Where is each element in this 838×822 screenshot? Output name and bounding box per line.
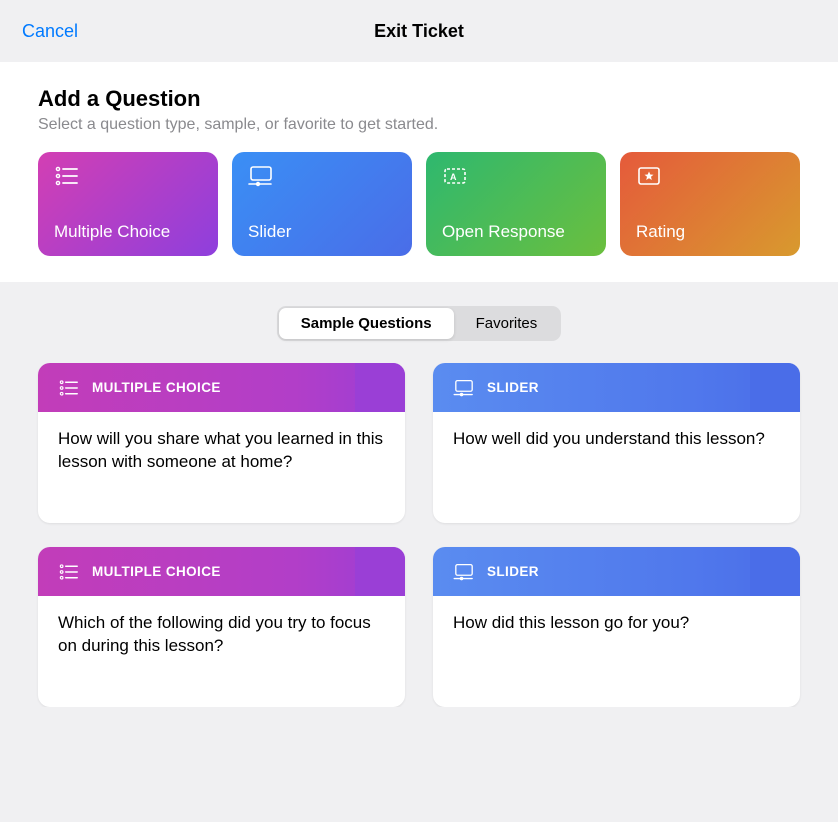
- sample-question-text: Which of the following did you try to fo…: [58, 612, 385, 658]
- type-card-multiple-choice[interactable]: Multiple Choice: [38, 152, 218, 256]
- sample-card[interactable]: MULTIPLE CHOICE Which of the following d…: [38, 547, 405, 707]
- slider-icon: [453, 379, 475, 397]
- sample-card-header: MULTIPLE CHOICE: [38, 363, 405, 412]
- segment-sample-questions[interactable]: Sample Questions: [279, 308, 454, 339]
- list-icon: [58, 563, 80, 581]
- question-type-row: Multiple Choice Slider Open Response Rat…: [38, 152, 800, 256]
- sample-question-text: How will you share what you learned in t…: [58, 428, 385, 474]
- sample-type-label: MULTIPLE CHOICE: [92, 380, 221, 395]
- sample-type-label: SLIDER: [487, 564, 539, 579]
- list-icon: [58, 379, 80, 397]
- slider-icon: [453, 563, 475, 581]
- list-icon: [54, 165, 80, 187]
- sample-card-body: How well did you understand this lesson?: [433, 412, 800, 523]
- segmented-control-wrap: Sample Questions Favorites: [0, 306, 838, 341]
- sample-type-label: SLIDER: [487, 380, 539, 395]
- type-label-multiple-choice: Multiple Choice: [54, 222, 202, 242]
- star-icon: [636, 165, 662, 187]
- sample-type-label: MULTIPLE CHOICE: [92, 564, 221, 579]
- segmented-control: Sample Questions Favorites: [277, 306, 562, 341]
- cancel-button[interactable]: Cancel: [22, 21, 78, 42]
- slider-icon: [248, 165, 274, 187]
- sample-card[interactable]: SLIDER How well did you understand this …: [433, 363, 800, 523]
- sample-card[interactable]: MULTIPLE CHOICE How will you share what …: [38, 363, 405, 523]
- type-label-slider: Slider: [248, 222, 396, 242]
- textbox-icon: [442, 165, 468, 187]
- sample-card[interactable]: SLIDER How did this lesson go for you?: [433, 547, 800, 707]
- sample-card-header: MULTIPLE CHOICE: [38, 547, 405, 596]
- type-label-open-response: Open Response: [442, 222, 590, 242]
- type-label-rating: Rating: [636, 222, 784, 242]
- type-card-rating[interactable]: Rating: [620, 152, 800, 256]
- type-card-slider[interactable]: Slider: [232, 152, 412, 256]
- sample-card-body: Which of the following did you try to fo…: [38, 596, 405, 707]
- sample-card-header: SLIDER: [433, 547, 800, 596]
- type-card-open-response[interactable]: Open Response: [426, 152, 606, 256]
- add-question-section: Add a Question Select a question type, s…: [0, 62, 838, 282]
- sample-question-text: How did this lesson go for you?: [453, 612, 780, 635]
- modal-title: Exit Ticket: [374, 21, 464, 42]
- add-question-subtext: Select a question type, sample, or favor…: [38, 116, 800, 134]
- segment-favorites[interactable]: Favorites: [454, 308, 560, 339]
- add-question-heading: Add a Question: [38, 86, 800, 112]
- sample-card-header: SLIDER: [433, 363, 800, 412]
- sample-card-body: How did this lesson go for you?: [433, 596, 800, 707]
- sample-questions-grid: MULTIPLE CHOICE How will you share what …: [0, 363, 838, 707]
- modal-header: Cancel Exit Ticket: [0, 0, 838, 62]
- sample-card-body: How will you share what you learned in t…: [38, 412, 405, 523]
- sample-question-text: How well did you understand this lesson?: [453, 428, 780, 451]
